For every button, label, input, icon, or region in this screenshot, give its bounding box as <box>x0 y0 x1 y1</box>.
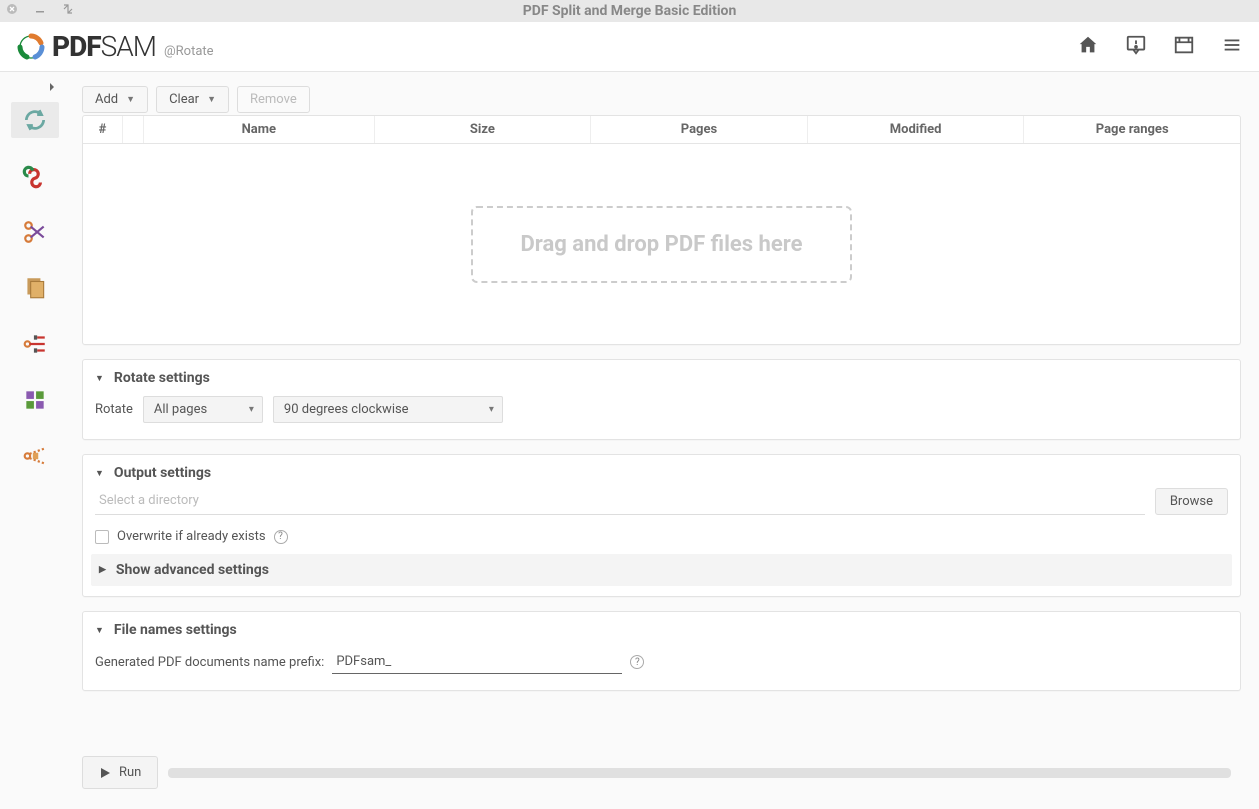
rotate-label: Rotate <box>95 402 133 417</box>
rotate-angle-select[interactable]: 90 degrees clockwise <box>273 396 503 423</box>
logo-icon <box>16 32 46 62</box>
sidebar <box>0 72 70 809</box>
filenames-settings-title[interactable]: File names settings <box>83 612 1240 644</box>
file-table-card: # Name Size Pages Modified Page ranges D… <box>82 115 1241 345</box>
drop-hint: Drag and drop PDF files here <box>471 206 853 283</box>
sidebar-expand-icon[interactable] <box>48 80 56 95</box>
col-header-modified[interactable]: Modified <box>808 116 1025 143</box>
run-button[interactable]: Run <box>82 756 158 789</box>
sidebar-item-alternate-mix[interactable] <box>11 382 59 418</box>
action-row: Add▼ Clear▼ Remove <box>82 86 1241 113</box>
output-directory-input[interactable] <box>95 487 1145 515</box>
table-header: # Name Size Pages Modified Page ranges <box>83 116 1240 144</box>
overwrite-checkbox[interactable] <box>95 530 109 544</box>
window-title: PDF Split and Merge Basic Edition <box>523 3 737 19</box>
overwrite-label: Overwrite if already exists <box>117 529 266 544</box>
logo: PDFSAM @Rotate <box>16 30 214 63</box>
close-window-icon[interactable] <box>6 3 18 19</box>
maximize-window-icon[interactable] <box>62 3 74 19</box>
sidebar-item-merge[interactable] <box>11 158 59 194</box>
prefix-input[interactable] <box>332 650 622 674</box>
col-header-num[interactable]: # <box>83 116 123 143</box>
prefix-help-icon[interactable]: ? <box>630 655 644 669</box>
topbar: PDFSAM @Rotate <box>0 22 1259 72</box>
main-content: Add▼ Clear▼ Remove # Name Size Pages Mod… <box>70 72 1259 809</box>
drop-zone[interactable]: Drag and drop PDF files here <box>83 144 1240 344</box>
logo-context: @Rotate <box>164 44 214 59</box>
remove-button: Remove <box>237 86 310 113</box>
minimize-window-icon[interactable] <box>34 3 46 19</box>
col-header-size[interactable]: Size <box>375 116 592 143</box>
rotate-pages-select[interactable]: All pages <box>143 396 263 423</box>
col-header-ranges[interactable]: Page ranges <box>1024 116 1240 143</box>
overwrite-help-icon[interactable]: ? <box>274 530 288 544</box>
advanced-settings-toggle[interactable]: Show advanced settings <box>91 554 1232 586</box>
output-settings-title[interactable]: Output settings <box>83 455 1240 487</box>
log-icon[interactable] <box>1173 34 1195 60</box>
col-header-name[interactable]: Name <box>144 116 375 143</box>
prefix-label: Generated PDF documents name prefix: <box>95 655 324 670</box>
titlebar: PDF Split and Merge Basic Edition <box>0 0 1259 22</box>
logo-text: PDFSAM <box>52 30 156 63</box>
col-header-pages[interactable]: Pages <box>591 116 808 143</box>
clear-button[interactable]: Clear▼ <box>156 86 229 113</box>
sidebar-item-split-size[interactable] <box>11 438 59 474</box>
home-icon[interactable] <box>1077 34 1099 60</box>
notification-icon[interactable] <box>1125 34 1147 60</box>
add-button[interactable]: Add▼ <box>82 86 148 113</box>
rotate-settings-title[interactable]: Rotate settings <box>83 360 1240 392</box>
rotate-settings-card: Rotate settings Rotate All pages 90 degr… <box>82 359 1241 440</box>
sidebar-item-split[interactable] <box>11 214 59 250</box>
horizontal-scrollbar[interactable] <box>168 768 1231 778</box>
sidebar-item-split-bookmarks[interactable] <box>11 326 59 362</box>
browse-button[interactable]: Browse <box>1155 488 1228 515</box>
sidebar-item-rotate[interactable] <box>11 102 59 138</box>
sidebar-item-extract[interactable] <box>11 270 59 306</box>
col-header-blank <box>123 116 144 143</box>
menu-icon[interactable] <box>1221 34 1243 60</box>
output-settings-card: Output settings Browse Overwrite if alre… <box>82 454 1241 597</box>
filenames-settings-card: File names settings Generated PDF docume… <box>82 611 1241 691</box>
